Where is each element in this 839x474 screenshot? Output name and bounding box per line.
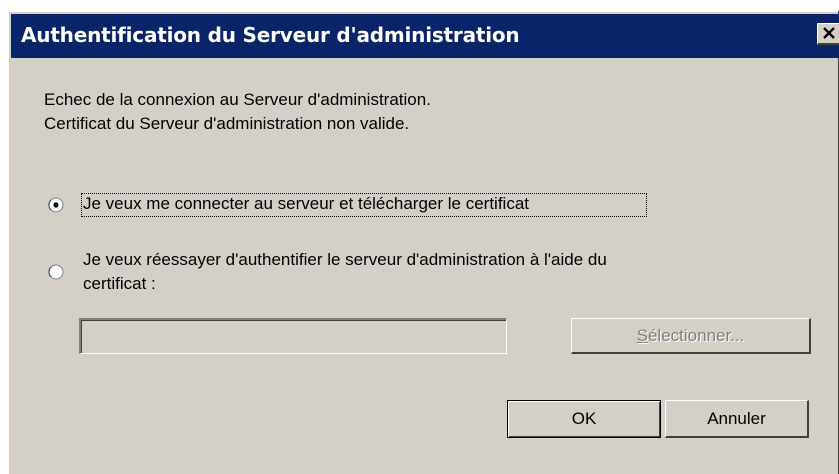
option-download-label[interactable]: Je veux me connecter au serveur et téléc… xyxy=(83,194,529,214)
select-mnemonic: S xyxy=(636,326,648,345)
ok-button[interactable]: OK xyxy=(507,400,661,438)
close-button[interactable] xyxy=(817,23,839,45)
cancel-button[interactable]: Annuler xyxy=(665,400,809,438)
option-retry-label-line2[interactable]: certificat : xyxy=(83,274,156,294)
window-title: Authentification du Serveur d'administra… xyxy=(21,23,520,47)
option-retry-label-line1[interactable]: Je veux réessayer d'authentifier le serv… xyxy=(83,250,607,270)
title-bar[interactable]: Authentification du Serveur d'administra… xyxy=(11,14,839,58)
error-message-line1: Echec de la connexion au Serveur d'admin… xyxy=(44,90,431,109)
certificate-path-field xyxy=(79,318,507,354)
radio-retry-with-certificate[interactable] xyxy=(48,264,64,280)
select-button: Sélectionner... xyxy=(571,318,811,354)
auth-dialog: Authentification du Serveur d'administra… xyxy=(7,10,839,474)
close-icon xyxy=(823,27,835,39)
select-label: électionner... xyxy=(647,326,745,345)
radio-download-certificate[interactable] xyxy=(48,197,64,213)
error-message-line2: Certificat du Serveur d'administration n… xyxy=(44,114,410,133)
